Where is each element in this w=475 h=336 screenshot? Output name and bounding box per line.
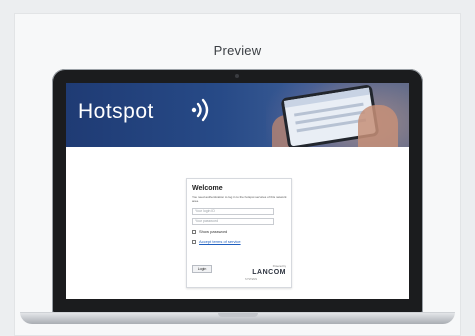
- username-field[interactable]: Your login ID: [192, 208, 274, 215]
- accept-terms-checkbox[interactable]: [192, 239, 196, 244]
- laptop-screen: Hotspot Welcome You need authentication …: [66, 83, 409, 299]
- login-button[interactable]: Login: [192, 265, 212, 273]
- password-field[interactable]: Your password: [192, 218, 274, 225]
- laptop-bezel: Hotspot Welcome You need authentication …: [52, 69, 423, 313]
- preview-title: Preview: [213, 43, 262, 58]
- intro-text: You need authentication to log in to the…: [192, 195, 287, 203]
- accept-terms-link[interactable]: Accept terms of service: [199, 239, 241, 244]
- show-password-row[interactable]: Show password: [192, 229, 227, 234]
- laptop-base: [20, 312, 455, 324]
- hand-right-illustration: [358, 105, 398, 147]
- show-password-label: Show password: [199, 229, 228, 234]
- lancom-logo: LANCOM: [252, 269, 286, 276]
- wifi-signal-icon: [191, 98, 209, 122]
- lancom-logo-subtitle: SYSTEMS: [245, 278, 257, 281]
- welcome-heading: Welcome: [192, 185, 223, 192]
- laptop-notch: [218, 313, 258, 317]
- hotspot-hero-banner: Hotspot: [66, 83, 409, 147]
- accept-terms-row[interactable]: Accept terms of service: [192, 239, 241, 244]
- powered-by-label: Powered by: [272, 265, 286, 268]
- show-password-checkbox[interactable]: [192, 229, 196, 234]
- login-panel: Welcome You need authentication to log i…: [186, 178, 292, 288]
- camera-dot: [235, 74, 239, 78]
- hotspot-brand: Hotspot: [78, 100, 154, 123]
